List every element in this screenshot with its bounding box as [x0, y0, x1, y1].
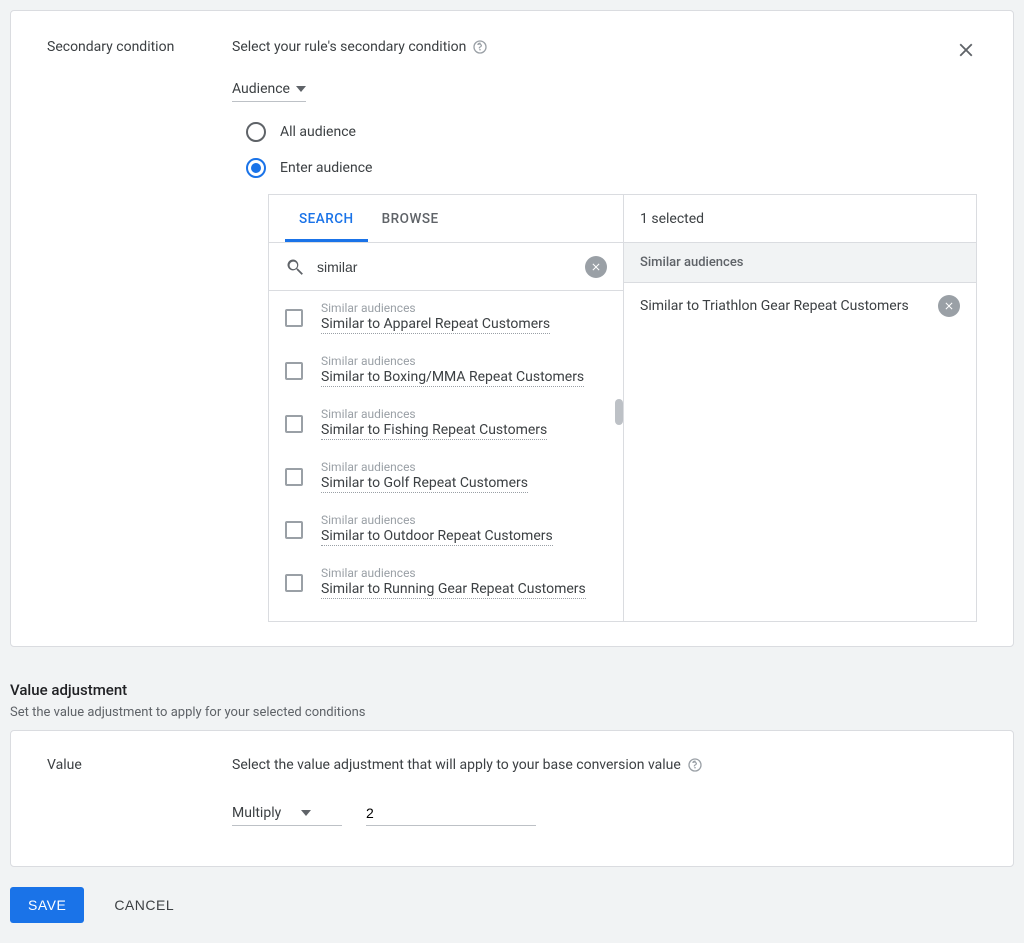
audience-picker: SEARCH BROWSE Similar audi [268, 194, 977, 622]
result-category: Similar audiences [321, 513, 553, 527]
radio-all-audience[interactable]: All audience [246, 122, 977, 142]
chevron-down-icon [301, 810, 311, 816]
save-button[interactable]: SAVE [10, 887, 84, 923]
result-label: Similar to Boxing/MMA Repeat Customers [321, 368, 584, 387]
tab-search[interactable]: SEARCH [285, 195, 368, 242]
list-item[interactable]: Similar audiencesSimilar to Outdoor Repe… [269, 503, 623, 556]
result-label: Similar to Outdoor Repeat Customers [321, 527, 553, 546]
radio-enter-audience[interactable]: Enter audience [246, 158, 977, 178]
search-input[interactable] [315, 258, 575, 276]
list-item[interactable]: Similar audiencesSimilar to Running Gear… [269, 556, 623, 609]
list-item[interactable]: Similar audiencesSimilar to Triathlon Ge… [269, 609, 623, 621]
list-item[interactable]: Similar audiencesSimilar to Boxing/MMA R… [269, 344, 623, 397]
selected-audience-item: Similar to Triathlon Gear Repeat Custome… [624, 283, 976, 329]
selected-count: 1 selected [624, 195, 976, 243]
checkbox[interactable] [285, 574, 303, 592]
list-item[interactable]: Similar audiencesSimilar to Apparel Repe… [269, 291, 623, 344]
result-label: Similar to Apparel Repeat Customers [321, 315, 550, 334]
secondary-condition-header: Select your rule's secondary condition [232, 39, 977, 55]
value-adjustment-header: Value adjustment Set the value adjustmen… [0, 657, 1024, 730]
help-icon[interactable] [687, 757, 703, 773]
value-input[interactable] [366, 801, 536, 826]
secondary-condition-card: Secondary condition Select your rule's s… [10, 10, 1014, 647]
checkbox[interactable] [285, 521, 303, 539]
value-label: Value [47, 757, 232, 826]
checkbox[interactable] [285, 362, 303, 380]
picker-selected-panel: 1 selected Similar audiences Similar to … [624, 195, 976, 621]
result-category: Similar audiences [321, 619, 590, 621]
result-category: Similar audiences [321, 407, 547, 421]
help-icon[interactable] [472, 39, 488, 55]
cancel-button[interactable]: CANCEL [108, 896, 180, 914]
checkbox[interactable] [285, 468, 303, 486]
clear-search-icon[interactable] [585, 256, 607, 278]
value-header: Select the value adjustment that will ap… [232, 757, 977, 773]
scrollbar[interactable] [615, 399, 623, 425]
list-item[interactable]: Similar audiencesSimilar to Fishing Repe… [269, 397, 623, 450]
secondary-condition-label: Secondary condition [47, 39, 232, 622]
selected-group-header: Similar audiences [624, 243, 976, 283]
result-label: Similar to Running Gear Repeat Customers [321, 580, 586, 599]
result-category: Similar audiences [321, 566, 586, 580]
result-category: Similar audiences [321, 354, 584, 368]
radio-icon [246, 158, 266, 178]
action-buttons: SAVE CANCEL [0, 867, 1024, 943]
result-category: Similar audiences [321, 460, 528, 474]
checkbox[interactable] [285, 309, 303, 327]
remove-selected-icon[interactable] [938, 295, 960, 317]
chevron-down-icon [296, 86, 306, 92]
list-item[interactable]: Similar audiencesSimilar to Golf Repeat … [269, 450, 623, 503]
close-icon[interactable] [955, 39, 977, 61]
results-list: Similar audiencesSimilar to Apparel Repe… [269, 291, 623, 621]
operation-dropdown[interactable]: Multiply [232, 801, 342, 826]
radio-icon [246, 122, 266, 142]
checkbox[interactable] [285, 415, 303, 433]
result-label: Similar to Golf Repeat Customers [321, 474, 528, 493]
result-label: Similar to Fishing Repeat Customers [321, 421, 547, 440]
picker-search-panel: SEARCH BROWSE Similar audi [269, 195, 624, 621]
value-adjustment-card: Value Select the value adjustment that w… [10, 730, 1014, 867]
result-category: Similar audiences [321, 301, 550, 315]
tab-browse[interactable]: BROWSE [368, 195, 453, 242]
search-icon [285, 257, 305, 277]
condition-type-dropdown[interactable]: Audience [232, 81, 306, 102]
